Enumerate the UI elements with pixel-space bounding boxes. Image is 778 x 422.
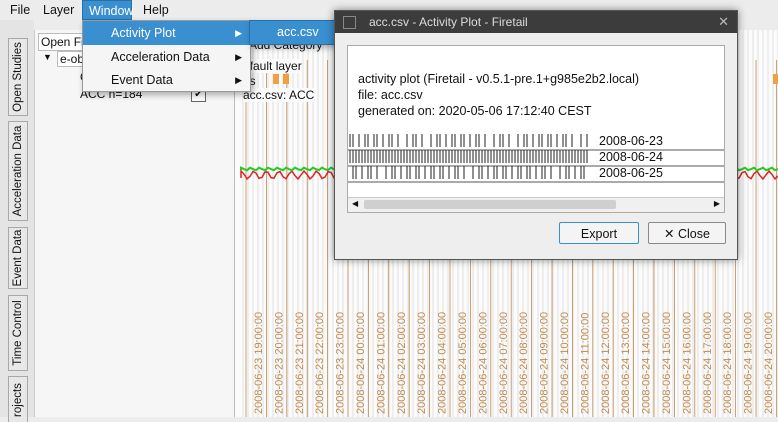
window-menu: Activity Plot ▶ Acceleration Data ▶ Event … [82,20,251,92]
timestamp-label: 2008-06-24 03:00:00 [416,312,428,414]
menu-help[interactable]: Help [137,0,175,20]
tab-open-studies-label: Open Studies [12,42,24,112]
timestamp-label: 2008-06-23 20:00:00 [273,312,285,414]
timestamp-label: 2008-06-24 19:00:00 [743,312,755,414]
export-button[interactable]: Export [559,222,639,244]
timestamp-label: 2008-06-23 22:00:00 [314,312,326,414]
gps-marker [773,74,778,84]
menu-window[interactable]: Window [82,0,133,20]
menu-item-acceleration-data[interactable]: Acceleration Data ▶ [83,45,250,69]
scroll-right-icon[interactable]: ▶ [714,199,720,208]
timestamp-label: 2008-06-24 07:00:00 [498,312,510,414]
timestamp-label: 2008-06-23 21:00:00 [294,312,306,414]
timestamp-label: 2008-06-24 10:00:00 [559,312,571,414]
close-button-label: Close [678,227,710,241]
submenu-arrow-icon: ▶ [235,75,242,85]
scroll-left-icon[interactable]: ◀ [352,199,358,208]
tab-open-studies[interactable]: Open Studies [8,38,28,116]
side-tabs: Open Studies Acceleration Data Event Dat… [0,20,34,422]
timestamp-label: 2008-06-24 16:00:00 [681,312,693,414]
timestamp-label: 2008-06-24 06:00:00 [477,312,489,414]
tab-acceleration-data-label: Acceleration Data [12,125,24,217]
plot-generated-line: generated on: 2020-05-06 17:12:40 CEST [358,104,592,118]
timestamp-label: 2008-06-24 11:00:00 [579,313,591,414]
menu-file[interactable]: File [4,0,36,20]
close-button[interactable]: ✕ Close [648,222,726,244]
timestamp-label: 2008-06-24 09:00:00 [539,312,551,414]
gps-marker [273,74,279,84]
date-label-3: 2008-06-25 [599,166,663,180]
timestamp-label: 2008-06-23 19:00:00 [253,312,265,414]
close-x-icon: ✕ [664,227,675,241]
dialog-titlebar[interactable]: acc.csv - Activity Plot - Firetail ✕ [335,11,737,33]
date-label-1: 2008-06-23 [599,134,663,148]
timestamp-label: 2008-06-24 13:00:00 [620,312,632,414]
timestamp-label: 2008-06-24 20:00:00 [763,312,775,414]
timestamp-label: 2008-06-23 23:00:00 [335,312,347,414]
submenu-item-acc-csv[interactable]: acc.csv [277,21,319,44]
tab-acceleration-data[interactable]: Acceleration Data [8,121,28,221]
tab-event-data[interactable]: Event Data [8,227,28,289]
window-icon [343,16,356,29]
tab-time-control-label: Time Control [12,300,24,366]
menu-item-acceleration-data-label: Acceleration Data [111,50,210,64]
tab-event-data-label: Event Data [12,229,24,287]
timestamp-label: 2008-06-24 05:00:00 [457,312,469,414]
menu-item-activity-plot[interactable]: Activity Plot ▶ [83,21,250,45]
tab-time-control[interactable]: Time Control [8,295,28,371]
activity-plot-dialog: acc.csv - Activity Plot - Firetail ✕ act… [334,10,738,260]
scrollbar-thumb[interactable] [364,200,616,209]
timestamp-label: 2008-06-24 04:00:00 [437,312,449,414]
timestamp-label: 2008-06-24 12:00:00 [600,312,612,414]
timestamp-label: 2008-06-24 02:00:00 [396,312,408,414]
submenu-arrow-icon: ▶ [235,52,242,62]
timestamp-label: 2008-06-24 01:00:00 [375,312,387,414]
tab-projects[interactable]: rojects [8,376,28,422]
close-icon[interactable]: ✕ [718,11,729,33]
submenu-arrow-icon: ▶ [235,28,242,38]
timestamp-label: 2008-06-24 00:00:00 [355,312,367,414]
menu-item-activity-plot-label: Activity Plot [111,26,176,40]
menu-item-event-data[interactable]: Event Data ▶ [83,68,250,92]
acc-layer-label: acc.csv: ACC [243,88,315,102]
menu-layer[interactable]: Layer [37,0,80,20]
dialog-title: acc.csv - Activity Plot - Firetail [369,15,528,29]
plot-header-line: activity plot (Firetail - v0.5.1-pre.1+g… [358,72,640,86]
activity-plot-rows [348,134,724,183]
menu-item-event-data-label: Event Data [111,73,173,87]
timestamp-label: 2008-06-24 17:00:00 [702,312,714,414]
plot-scroll-area: activity plot (Firetail - v0.5.1-pre.1+g… [347,45,725,213]
timestamp-label: 2008-06-24 14:00:00 [641,312,653,414]
timestamp-label: 2008-06-24 08:00:00 [518,312,530,414]
default-layer-label: efault layer [243,59,302,73]
timestamp-label: 2008-06-24 18:00:00 [722,312,734,414]
timestamp-label: 2008-06-24 15:00:00 [661,312,673,414]
date-label-2: 2008-06-24 [599,150,663,164]
plot-file-line: file: acc.csv [358,88,423,102]
tree-expand-icon[interactable]: ▼ [43,52,52,62]
horizontal-scrollbar[interactable]: ◀ ▶ [348,197,724,212]
gps-marker [283,74,289,84]
tab-projects-label: rojects [12,382,24,417]
